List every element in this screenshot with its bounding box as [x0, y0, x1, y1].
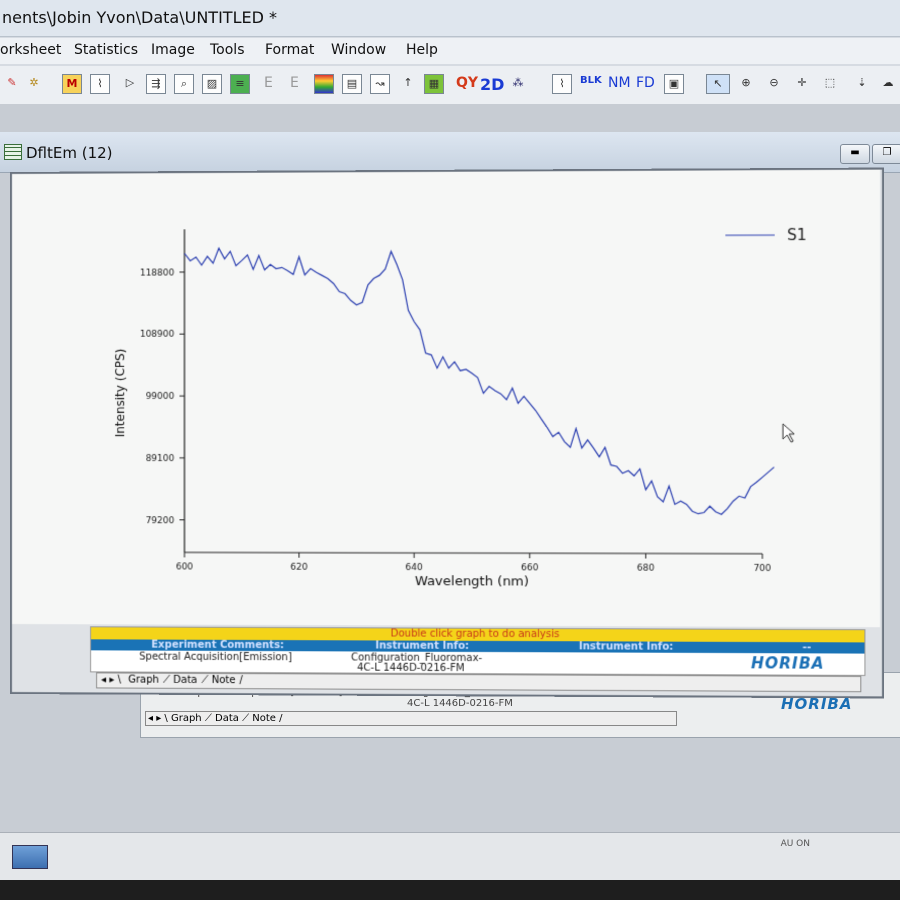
worksheet-icon [4, 144, 22, 160]
x-tick-label: 680 [637, 564, 655, 574]
x-tick-label: 600 [176, 562, 194, 572]
y-tick-label: 79200 [146, 516, 175, 526]
crosshair-icon[interactable]: ✛ [792, 74, 812, 94]
back-tab-data[interactable]: Data [215, 713, 239, 724]
x-tick-label: 700 [754, 564, 772, 574]
tab-data[interactable]: Data [173, 675, 197, 686]
back-tab-bar: ◂ ▸ \ Graph ⟋ Data ⟋ Note / [145, 711, 677, 726]
menu-format[interactable]: Format [265, 42, 314, 58]
legend-label: S1 [787, 226, 807, 244]
series-line-s1 [184, 246, 774, 514]
sheet-tab-bar: ◂ ▸ \ Graph ⟋ Data ⟋ Note / [96, 672, 861, 692]
taskbar-thumbnail-icon[interactable] [12, 845, 48, 869]
graph-window: 600 620 640 660 680 700 118800 108900 99000 89100… [10, 168, 884, 699]
graph-icon[interactable]: ⌇ [90, 74, 110, 94]
y-tick-label: 118800 [140, 268, 175, 278]
instrument-info-header-2: Instrument Info: [579, 641, 673, 653]
m-icon[interactable]: M [62, 74, 82, 94]
back-tab-note[interactable]: Note [252, 713, 276, 724]
x-axis-title: Wavelength (nm) [415, 574, 529, 589]
plot-area[interactable]: 600 620 640 660 680 700 118800 108900 99000 89100… [12, 170, 880, 628]
graph-window-title: DfltEm (12) [26, 144, 113, 162]
x-tick-label: 660 [521, 563, 539, 573]
y-tick-label: 99000 [146, 392, 175, 402]
status-text: AU ON [781, 839, 810, 849]
toolbar-strip [0, 104, 900, 132]
menu-help[interactable]: Help [406, 42, 438, 58]
e-button-2[interactable]: E [290, 75, 299, 91]
arrow-up-icon[interactable]: ↑ [398, 74, 418, 94]
grid-color-icon[interactable]: ▦ [424, 74, 444, 94]
table-icon[interactable]: ≡ [230, 74, 250, 94]
info-panel: Double click graph to do analysis Experi… [90, 626, 865, 676]
region-icon[interactable]: ⬚ [820, 74, 840, 94]
spectrum-chart[interactable]: 600 620 640 660 680 700 118800 108900 99000 89100… [12, 170, 880, 628]
x-tick-label: 620 [290, 563, 308, 573]
horiba-logo: HORIBA [751, 654, 825, 673]
screen: nents\Jobin Yvon\Data\UNTITLED * orkshee… [0, 0, 900, 880]
x-tick-label: 640 [405, 563, 423, 573]
menu-tools[interactable]: Tools [210, 42, 245, 58]
info-header-dash: -- [803, 642, 812, 653]
gear-icon[interactable]: ✲ [24, 74, 44, 94]
document-icon[interactable]: ▤ [342, 74, 362, 94]
experiment-comment: Spectral Acquisition[Emission] [139, 652, 292, 664]
menu-statistics[interactable]: Statistics [74, 42, 138, 58]
menu-worksheet[interactable]: orksheet [0, 42, 61, 58]
spectrum-icon[interactable]: ⌇ [552, 74, 572, 94]
menu-bar: orksheet Statistics Image Tools Format W… [0, 38, 900, 64]
monitor-bezel [0, 880, 900, 900]
minimize-button[interactable]: ▬ [840, 144, 870, 164]
restore-button[interactable]: ❐ [872, 144, 900, 164]
tab-note[interactable]: Note [212, 675, 236, 686]
y-tick-label: 89100 [146, 454, 175, 464]
2d-button[interactable]: 2D [480, 75, 504, 94]
app-title: nents\Jobin Yvon\Data\UNTITLED * [2, 8, 277, 27]
blk-button[interactable]: BLK [580, 75, 602, 86]
instrument-config-line2: 4C-L 1446D-0216-FM [357, 663, 464, 675]
colormap-icon[interactable] [314, 74, 334, 94]
fd-button[interactable]: FD [636, 75, 655, 91]
toolbar: ✎ ✲ M ⌇ ▷ ⇶ ⌕ ▨ ≡ E E ▤ ↝ ↑ ▦ QY 2D ⁂ ⌇ … [0, 66, 900, 105]
x-axis-line [184, 552, 762, 553]
tab-graph[interactable]: Graph [128, 675, 159, 686]
zoom-out-icon[interactable]: ⊖ [764, 74, 784, 94]
back-config-2: 4C-L 1446D-0216-FM [407, 698, 513, 709]
qy-button[interactable]: QY [456, 75, 478, 91]
zoom-in-icon[interactable]: ⊕ [736, 74, 756, 94]
data-reader-icon[interactable]: ⇣ [852, 74, 872, 94]
y-axis-title: Intensity (CPS) [113, 349, 127, 438]
status-bar: AU ON [0, 832, 900, 880]
y-tick-label: 108900 [140, 330, 175, 340]
back-tab-graph[interactable]: Graph [171, 713, 202, 724]
pencil-icon[interactable]: ✎ [2, 74, 22, 94]
nm-button[interactable]: NM [608, 75, 631, 91]
experiment-comments-header: Experiment Comments: [151, 640, 284, 652]
split-icon[interactable]: ⇶ [146, 74, 166, 94]
tab-scroll-arrows[interactable]: ◂ ▸ \ [101, 674, 121, 685]
play-icon[interactable]: ▷ [120, 74, 140, 94]
e-button-1[interactable]: E [264, 75, 273, 91]
zoom-graph-icon[interactable]: ⌕ [174, 74, 194, 94]
instrument-info-header-1: Instrument Info: [375, 640, 469, 651]
mask-icon[interactable]: ☁ [878, 74, 898, 94]
mouse-cursor-icon [783, 424, 794, 442]
fit-icon[interactable]: ↝ [370, 74, 390, 94]
pointer-icon[interactable]: ↖ [706, 74, 730, 94]
graph-window-title-bar: DfltEm (12) ▬ ❐ [0, 132, 900, 173]
menu-window[interactable]: Window [331, 42, 386, 58]
menu-image[interactable]: Image [151, 42, 195, 58]
scatter-icon[interactable]: ⁂ [508, 74, 528, 94]
image-icon[interactable]: ▨ [202, 74, 222, 94]
app-title-bar: nents\Jobin Yvon\Data\UNTITLED * [0, 0, 900, 37]
layers-icon[interactable]: ▣ [664, 74, 684, 94]
